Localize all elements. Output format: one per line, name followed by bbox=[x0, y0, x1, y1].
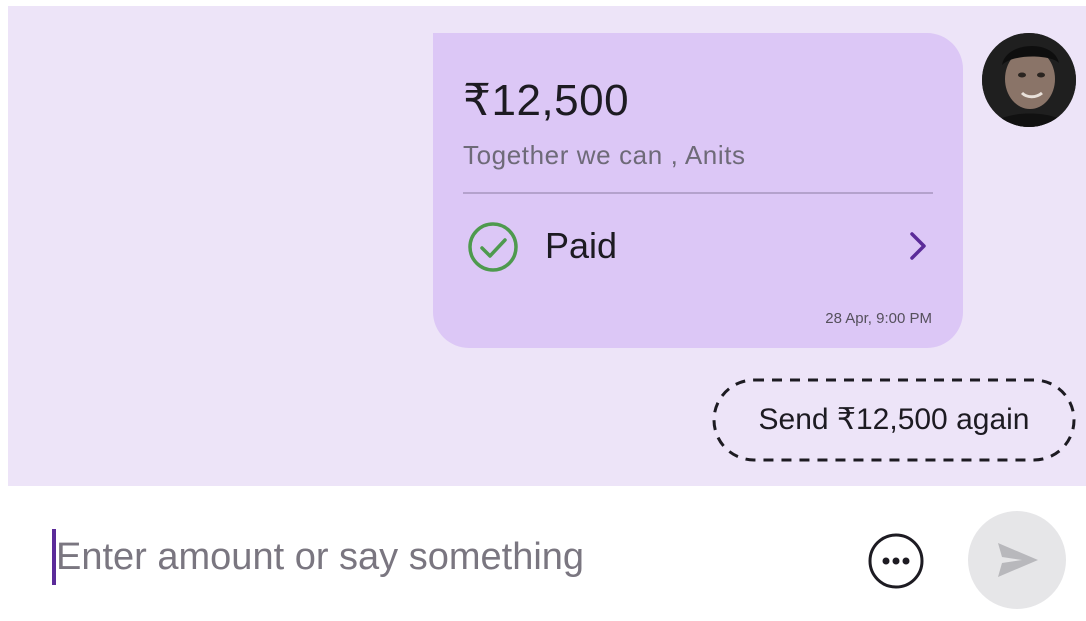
send-again-button[interactable]: Send ₹12,500 again bbox=[712, 378, 1076, 462]
check-circle-icon bbox=[468, 222, 518, 272]
payment-message-bubble[interactable]: ₹12,500 Together we can , Anits Paid 28 … bbox=[433, 33, 963, 348]
avatar-photo bbox=[982, 33, 1076, 127]
send-button[interactable] bbox=[968, 511, 1066, 609]
send-icon bbox=[998, 543, 1038, 577]
payment-amount: ₹12,500 bbox=[463, 76, 630, 125]
sender-avatar[interactable] bbox=[982, 33, 1076, 127]
send-again-label: Send ₹12,500 again bbox=[758, 403, 1030, 436]
amount-message-input[interactable] bbox=[56, 526, 816, 588]
divider bbox=[463, 192, 933, 194]
message-timestamp: 28 Apr, 9:00 PM bbox=[825, 310, 932, 327]
payment-status-label: Paid bbox=[545, 225, 618, 266]
message-composer bbox=[0, 486, 1086, 621]
payment-note: Together we can , Anits bbox=[463, 140, 746, 170]
chevron-right-icon[interactable] bbox=[907, 229, 929, 263]
payment-status-row[interactable]: Paid bbox=[463, 219, 933, 273]
more-options-icon[interactable] bbox=[867, 532, 925, 590]
